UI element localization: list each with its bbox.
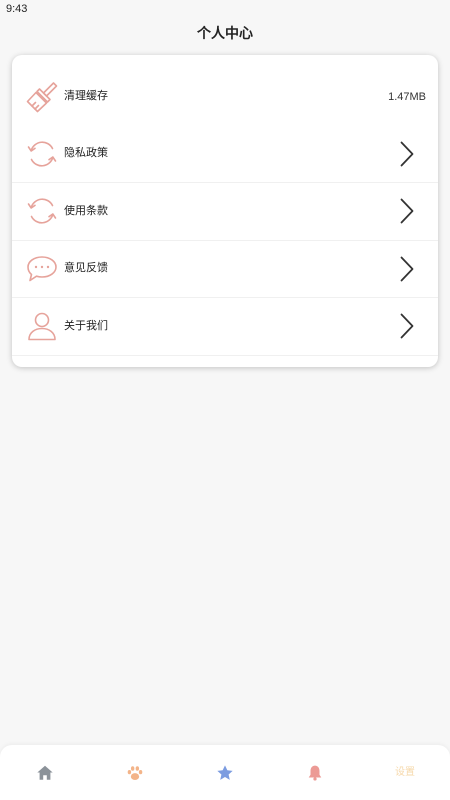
refresh-icon: [26, 138, 58, 170]
user-icon: [26, 310, 58, 342]
page-title: 个人中心: [197, 25, 253, 41]
menu-item-feedback[interactable]: 意见反馈: [12, 241, 438, 298]
menu-item-clear-cache[interactable]: 清理缓存 1.47MB: [12, 68, 438, 126]
bell-icon: [306, 764, 324, 782]
settings-menu-card: 清理缓存 1.47MB 隐私政策 使用条款 意见反馈 关于我们: [12, 55, 438, 367]
menu-item-terms-of-use[interactable]: 使用条款: [12, 183, 438, 241]
menu-item-label: 关于我们: [64, 319, 108, 332]
paw-icon: [126, 764, 144, 782]
broom-icon: [26, 81, 58, 113]
bottom-navigation-bar: 设置: [0, 745, 450, 800]
nav-tab-pets[interactable]: [90, 745, 180, 800]
nav-tab-favorites[interactable]: [180, 745, 270, 800]
chevron-right-icon: [400, 198, 414, 224]
chevron-right-icon: [400, 313, 414, 339]
status-bar-time: 9:43: [6, 3, 28, 15]
menu-item-label: 隐私政策: [64, 147, 108, 160]
menu-item-privacy-policy[interactable]: 隐私政策: [12, 126, 438, 183]
nav-tab-notifications[interactable]: [270, 745, 360, 800]
nav-tab-settings-label: 设置: [395, 766, 415, 778]
home-icon: [36, 764, 54, 782]
menu-item-label: 清理缓存: [64, 90, 108, 103]
chevron-right-icon: [400, 141, 414, 167]
star-icon: [216, 764, 234, 782]
menu-item-label: 意见反馈: [64, 262, 108, 275]
chevron-right-icon: [400, 256, 414, 282]
refresh-icon: [26, 195, 58, 227]
chat-bubble-icon: [26, 253, 58, 285]
menu-item-label: 使用条款: [64, 204, 108, 217]
nav-tab-home[interactable]: [0, 745, 90, 800]
nav-tab-settings[interactable]: 设置: [360, 745, 450, 800]
menu-item-about-us[interactable]: 关于我们: [12, 298, 438, 356]
cache-size-value: 1.47MB: [388, 90, 426, 103]
